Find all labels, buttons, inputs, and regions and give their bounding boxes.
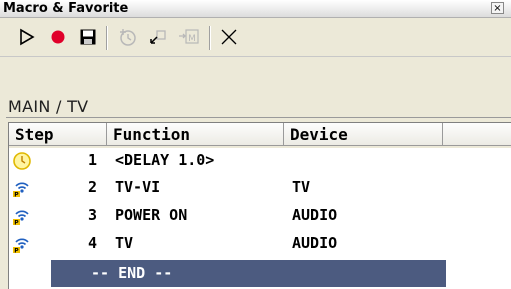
column-header-device[interactable]: Device <box>284 123 443 146</box>
table-row[interactable]: P 4 TV AUDIO <box>9 231 511 256</box>
step-number: 3 <box>87 206 97 224</box>
function-cell: TV <box>115 234 134 252</box>
play-button[interactable] <box>14 24 40 50</box>
end-marker-row[interactable]: -- END -- <box>51 260 446 287</box>
play-icon <box>20 28 35 46</box>
record-button[interactable] <box>45 24 71 50</box>
save-button[interactable] <box>75 24 101 50</box>
end-label: -- END -- <box>91 264 173 282</box>
insert-macro-button[interactable]: M <box>176 24 202 50</box>
column-header-function[interactable]: Function <box>107 123 284 146</box>
macro-list[interactable]: Step Function Device 1 <DELAY 1.0> P 2 T… <box>8 122 511 289</box>
remote-signal-icon: P <box>13 182 29 198</box>
breadcrumb: MAIN / TV <box>8 97 89 116</box>
toolbar-divider <box>0 56 511 57</box>
toolbar: M <box>0 18 511 56</box>
remote-signal-icon: P <box>13 210 29 226</box>
save-icon <box>80 29 96 45</box>
step-number: 4 <box>87 234 97 252</box>
clock-icon <box>13 152 31 170</box>
device-cell: TV <box>292 178 311 196</box>
window-title: Macro & Favorite <box>3 1 129 16</box>
device-cell: AUDIO <box>292 234 338 252</box>
insert-icon <box>150 30 166 44</box>
column-header-step[interactable]: Step <box>9 123 107 146</box>
function-cell: <DELAY 1.0> <box>115 151 215 169</box>
toolbar-separator <box>209 26 211 50</box>
add-timer-icon <box>120 29 136 46</box>
add-timer-button[interactable] <box>114 24 140 50</box>
title-bar: Macro & Favorite × <box>0 0 511 18</box>
delete-icon <box>221 29 237 45</box>
function-cell: TV-VI <box>115 178 161 196</box>
step-number: 1 <box>87 151 97 169</box>
table-row[interactable]: 1 <DELAY 1.0> <box>9 148 511 173</box>
close-button[interactable]: × <box>491 2 504 14</box>
svg-text:P: P <box>14 191 19 198</box>
remote-signal-icon: P <box>13 238 29 254</box>
step-number: 2 <box>87 178 97 196</box>
breadcrumb-underline <box>6 117 511 118</box>
record-icon <box>51 30 65 44</box>
table-row[interactable]: P 3 POWER ON AUDIO <box>9 203 511 228</box>
insert-macro-label: M <box>188 34 196 44</box>
device-cell: AUDIO <box>292 206 338 224</box>
toolbar-separator <box>106 26 108 50</box>
table-header: Step Function Device <box>9 123 511 148</box>
column-header-empty[interactable] <box>443 123 511 146</box>
svg-text:P: P <box>14 247 19 254</box>
insert-button[interactable] <box>145 24 171 50</box>
svg-text:P: P <box>14 219 19 226</box>
delete-button[interactable] <box>216 24 242 50</box>
insert-macro-icon: M <box>179 29 199 44</box>
function-cell: POWER ON <box>115 206 188 224</box>
table-row[interactable]: P 2 TV-VI TV <box>9 175 511 200</box>
